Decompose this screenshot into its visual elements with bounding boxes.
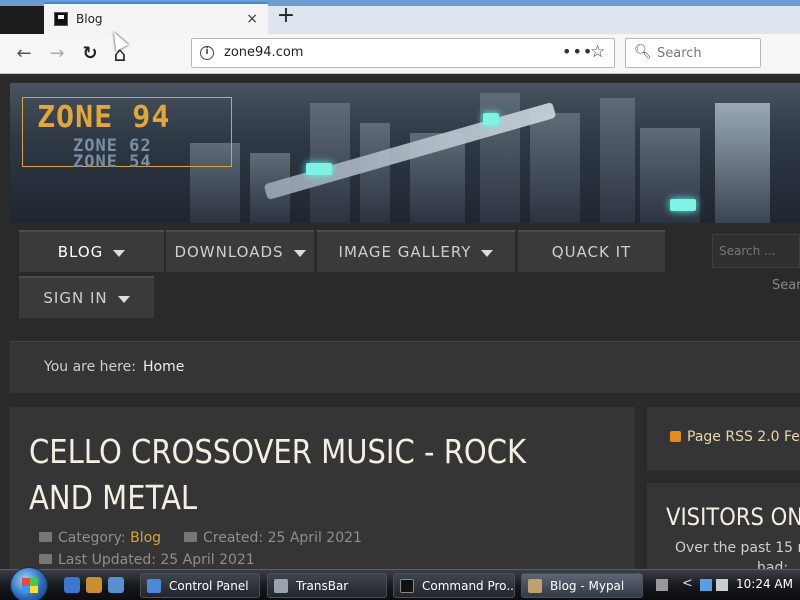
article-panel: CELLO CROSSOVER MUSIC - ROCK AND METAL C…	[10, 407, 635, 569]
updated-label: Last Updated:	[58, 552, 156, 568]
chevron-down-icon	[293, 249, 306, 257]
network-icon[interactable]	[700, 579, 712, 591]
menu-item-label: QUACK IT	[551, 243, 632, 261]
site-search-label: Sear	[772, 278, 800, 293]
updated-value: 25 April 2021	[160, 552, 255, 568]
site-favicon-icon	[54, 12, 68, 26]
url-text[interactable]: zone94.com	[224, 45, 303, 60]
taskbar-item-label: TransBar	[296, 578, 349, 593]
new-tab-button[interactable]: +	[272, 4, 300, 30]
taskbar-blog-mypal[interactable]: Blog - Mypal	[521, 573, 643, 598]
clock[interactable]: 10:24 AM	[736, 577, 793, 591]
menu-item-sign-in[interactable]: SIGN IN	[19, 276, 154, 318]
category-link[interactable]: Blog	[130, 530, 161, 546]
control-panel-icon	[147, 578, 161, 593]
breadcrumb-label: You are here:	[44, 359, 136, 375]
mypal-icon	[528, 578, 542, 593]
search-placeholder: Search	[657, 46, 702, 61]
taskbar-item-label: Command Pro...	[422, 578, 515, 593]
bookmark-star-icon[interactable]: ☆	[590, 42, 605, 62]
menu-item-image-gallery[interactable]: IMAGE GALLERY	[317, 230, 515, 272]
banner-neon-sign	[306, 163, 332, 175]
folder-icon	[39, 532, 52, 542]
banner-neon-sign	[670, 199, 696, 211]
chevron-down-icon	[117, 295, 130, 303]
tray-expand-icon[interactable]: <	[682, 576, 693, 591]
tab-strip-background	[268, 6, 800, 34]
taskbar-item-label: Blog - Mypal	[550, 578, 625, 593]
calendar-icon	[39, 554, 52, 564]
show-desktop-icon[interactable]	[108, 577, 124, 593]
tab-blog[interactable]: Blog ×	[44, 2, 268, 34]
logo-sub-text: ZONE 54	[73, 152, 152, 172]
menu-item-blog[interactable]: BLOG	[19, 230, 164, 272]
back-button[interactable]: ←	[10, 40, 38, 68]
system-tray: < 10:24 AM	[648, 570, 800, 600]
banner-building	[715, 103, 770, 223]
menu-item-downloads[interactable]: DOWNLOADS	[166, 230, 314, 272]
created-label: Created:	[203, 530, 264, 546]
windows-logo-icon	[22, 578, 38, 593]
logo-main-text: ZONE 94	[37, 100, 171, 135]
taskbar: Control Panel TransBar Command Pro... Bl…	[0, 567, 800, 600]
rss-link[interactable]: Page RSS 2.0 Fe	[687, 429, 800, 445]
site-info-icon[interactable]: i	[200, 46, 214, 60]
banner-building	[530, 113, 580, 223]
rss-icon	[670, 431, 681, 442]
article-category: Category: Blog	[39, 530, 161, 546]
visitors-panel: VISITORS ON Over the past 15 m had:	[647, 483, 800, 569]
transbar-icon	[274, 578, 288, 593]
visitors-heading: VISITORS ON	[666, 503, 800, 531]
article-updated: Last Updated: 25 April 2021	[39, 552, 255, 568]
tab-close-icon[interactable]: ×	[246, 11, 258, 27]
menu-item-quack-it[interactable]: QUACK IT	[518, 230, 665, 272]
reload-button[interactable]: ↻	[76, 40, 104, 68]
keyboard-icon[interactable]	[656, 579, 668, 591]
chevron-down-icon	[481, 249, 494, 257]
volume-icon[interactable]	[716, 579, 728, 591]
article-title[interactable]: CELLO CROSSOVER MUSIC - ROCK AND METAL	[29, 429, 557, 521]
article-created: Created: 25 April 2021	[184, 530, 362, 546]
taskbar-transbar[interactable]: TransBar	[267, 573, 387, 598]
site-logo[interactable]: ZONE 94 ZONE 62 ZONE 54	[22, 97, 232, 172]
menu-item-label: BLOG	[57, 243, 104, 261]
taskbar-control-panel[interactable]: Control Panel	[140, 573, 260, 598]
breadcrumb-home-link[interactable]: Home	[143, 359, 184, 375]
taskbar-command-prompt[interactable]: Command Pro...	[393, 573, 515, 598]
page-actions-icon[interactable]: •••	[562, 42, 593, 61]
category-label: Category:	[58, 530, 126, 546]
explorer-icon[interactable]	[86, 577, 102, 593]
command-prompt-icon	[400, 578, 414, 593]
banner-neon-sign	[483, 113, 499, 125]
site-search-input[interactable]: Search ...	[712, 234, 800, 268]
chevron-down-icon	[113, 249, 126, 257]
address-bar[interactable]: i zone94.com ••• ☆	[191, 38, 615, 68]
banner-building	[600, 98, 635, 223]
start-button[interactable]	[10, 567, 48, 600]
search-icon: 🔍︎	[634, 44, 652, 60]
menu-item-label: SIGN IN	[43, 289, 108, 307]
browser-search-box[interactable]: 🔍︎ Search	[625, 38, 761, 68]
banner-building	[360, 123, 390, 223]
header-banner: ZONE 94 ZONE 62 ZONE 54	[10, 83, 800, 223]
web-page: ZONE 94 ZONE 62 ZONE 54 BLOG DOWNLOADS I…	[0, 75, 800, 569]
breadcrumb: You are here: Home	[10, 341, 800, 393]
calendar-icon	[184, 532, 197, 542]
ie-icon[interactable]	[64, 577, 80, 593]
forward-button[interactable]: →	[43, 40, 71, 68]
created-value: 25 April 2021	[267, 530, 362, 546]
menu-item-label: DOWNLOADS	[174, 243, 284, 261]
tab-title: Blog	[76, 12, 103, 26]
rss-panel: Page RSS 2.0 Fe	[647, 407, 800, 470]
visitors-text: Over the past 15 m	[675, 540, 800, 556]
menu-item-label: IMAGE GALLERY	[338, 243, 472, 261]
visitors-text: had:	[757, 560, 789, 569]
taskbar-item-label: Control Panel	[169, 578, 249, 593]
